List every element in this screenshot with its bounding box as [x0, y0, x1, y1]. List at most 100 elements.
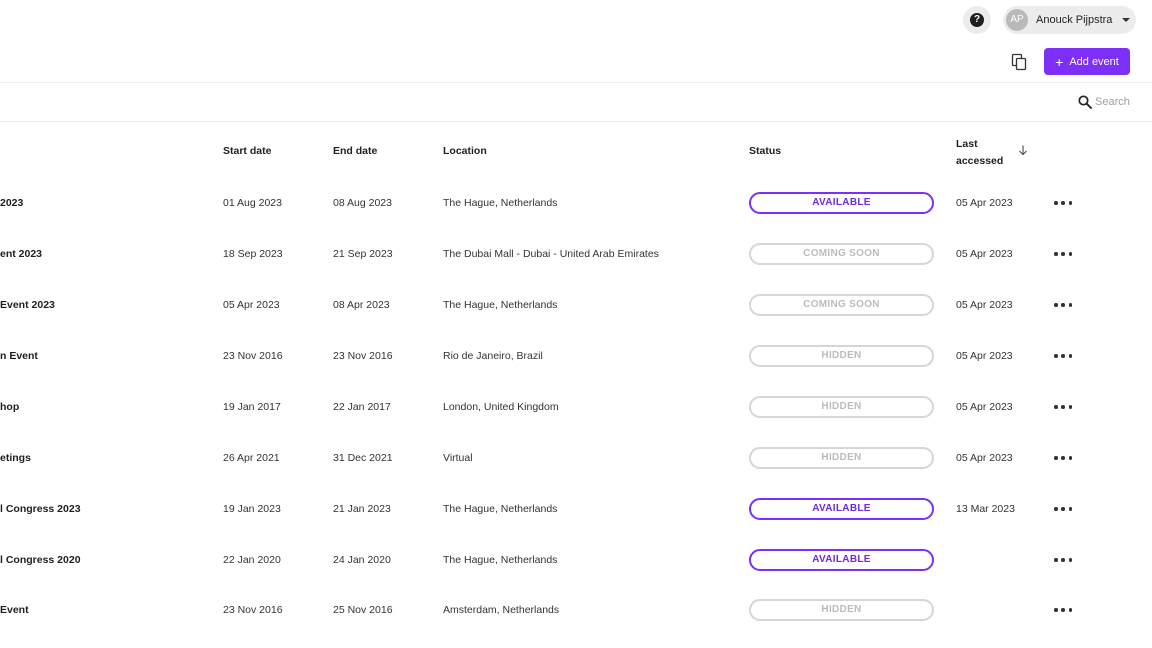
- last-accessed: 05 Apr 2023: [956, 197, 1013, 209]
- table-row[interactable]: ent 2023 18 Sep 2023 21 Sep 2023 The Dubai …: [0, 229, 1152, 280]
- dot: [1054, 201, 1058, 205]
- dot: [1068, 608, 1072, 612]
- start-date: 01 Aug 2023: [223, 197, 282, 209]
- status-badge: HIDDEN: [749, 447, 934, 469]
- column-header-end-date[interactable]: End date: [333, 145, 377, 157]
- dot: [1061, 558, 1065, 562]
- more-options-button[interactable]: [1054, 503, 1072, 515]
- dot: [1061, 405, 1065, 409]
- status-badge: AVAILABLE: [749, 192, 934, 214]
- end-date: 23 Nov 2016: [333, 350, 393, 362]
- end-date: 25 Nov 2016: [333, 604, 393, 616]
- location: Rio de Janeiro, Brazil: [443, 350, 543, 362]
- last-accessed: 05 Apr 2023: [956, 452, 1013, 464]
- location: Virtual: [443, 452, 473, 464]
- location: The Hague, Netherlands: [443, 554, 558, 566]
- search-icon: [1078, 95, 1092, 109]
- end-date: 08 Apr 2023: [333, 299, 390, 311]
- dot: [1061, 303, 1065, 307]
- event-name[interactable]: ent 2023: [0, 229, 42, 280]
- end-date: 31 Dec 2021: [333, 452, 393, 464]
- more-options-button[interactable]: [1054, 401, 1072, 413]
- more-options-button[interactable]: [1054, 248, 1072, 260]
- dot: [1054, 558, 1058, 562]
- column-header-last-accessed[interactable]: Last accessed: [956, 136, 1006, 170]
- more-options-button[interactable]: [1054, 452, 1072, 464]
- dot: [1054, 252, 1058, 256]
- last-accessed: 05 Apr 2023: [956, 299, 1013, 311]
- sort-arrow-down-icon[interactable]: [1017, 144, 1029, 156]
- dot: [1054, 608, 1058, 612]
- event-name[interactable]: l Congress 2020: [0, 535, 81, 586]
- location: The Dubai Mall - Dubai - United Arab Emi…: [443, 248, 659, 260]
- dot: [1054, 405, 1058, 409]
- location: The Hague, Netherlands: [443, 197, 558, 209]
- dot: [1061, 201, 1065, 205]
- dot: [1054, 303, 1058, 307]
- last-accessed: 05 Apr 2023: [956, 248, 1013, 260]
- start-date: 18 Sep 2023: [223, 248, 283, 260]
- dot: [1068, 456, 1072, 460]
- status-badge: AVAILABLE: [749, 549, 934, 571]
- copy-icon[interactable]: [1010, 53, 1028, 71]
- add-event-label: Add event: [1069, 55, 1119, 68]
- event-name[interactable]: hop: [0, 382, 19, 433]
- event-name[interactable]: n Event: [0, 331, 38, 382]
- start-date: 23 Nov 2016: [223, 604, 283, 616]
- more-options-button[interactable]: [1054, 554, 1072, 566]
- dot: [1061, 507, 1065, 511]
- more-options-button[interactable]: [1054, 350, 1072, 362]
- dot: [1054, 507, 1058, 511]
- dot: [1068, 507, 1072, 511]
- last-accessed: 05 Apr 2023: [956, 350, 1013, 362]
- help-icon: ?: [970, 13, 984, 27]
- search-bar: [0, 83, 1152, 122]
- start-date: 05 Apr 2023: [223, 299, 280, 311]
- event-name[interactable]: Event: [0, 585, 29, 636]
- dot: [1068, 558, 1072, 562]
- table-row[interactable]: l Congress 2023 19 Jan 2023 21 Jan 2023 The…: [0, 484, 1152, 535]
- dot: [1068, 303, 1072, 307]
- dot: [1068, 405, 1072, 409]
- add-event-button[interactable]: + Add event: [1044, 48, 1130, 75]
- caret-down-icon: [1122, 18, 1131, 22]
- last-accessed: 13 Mar 2023: [956, 503, 1015, 515]
- column-header-location[interactable]: Location: [443, 145, 487, 157]
- more-options-button[interactable]: [1054, 299, 1072, 311]
- table-row[interactable]: 2023 01 Aug 2023 08 Aug 2023 The Hague, Net…: [0, 178, 1152, 229]
- event-name[interactable]: l Congress 2023: [0, 484, 81, 535]
- help-button[interactable]: ?: [963, 6, 991, 34]
- status-badge: COMING SOON: [749, 243, 934, 265]
- dot: [1061, 456, 1065, 460]
- dot: [1061, 354, 1065, 358]
- end-date: 08 Aug 2023: [333, 197, 392, 209]
- dot: [1061, 252, 1065, 256]
- column-header-start-date[interactable]: Start date: [223, 145, 271, 157]
- end-date: 21 Sep 2023: [333, 248, 393, 260]
- start-date: 23 Nov 2016: [223, 350, 283, 362]
- location: The Hague, Netherlands: [443, 299, 558, 311]
- table-row[interactable]: etings 26 Apr 2021 31 Dec 2021 Virtual HIDDE…: [0, 433, 1152, 484]
- more-options-button[interactable]: [1054, 197, 1072, 209]
- user-menu[interactable]: AP Anouck Pijpstra: [1003, 6, 1136, 34]
- location: Amsterdam, Netherlands: [443, 604, 560, 616]
- location: London, United Kingdom: [443, 401, 559, 413]
- event-name[interactable]: Event 2023: [0, 280, 55, 331]
- start-date: 26 Apr 2021: [223, 452, 280, 464]
- event-name[interactable]: etings: [0, 433, 31, 484]
- start-date: 19 Jan 2017: [223, 401, 281, 413]
- table-row[interactable]: Event 23 Nov 2016 25 Nov 2016 Amsterdam, Ne…: [0, 585, 1152, 636]
- avatar: AP: [1006, 9, 1028, 31]
- more-options-button[interactable]: [1054, 604, 1072, 616]
- table-row[interactable]: l Congress 2020 22 Jan 2020 24 Jan 2020 The…: [0, 535, 1152, 586]
- end-date: 21 Jan 2023: [333, 503, 391, 515]
- plus-icon: +: [1055, 53, 1064, 70]
- table-row[interactable]: n Event 23 Nov 2016 23 Nov 2016 Rio de Jane…: [0, 331, 1152, 382]
- location: The Hague, Netherlands: [443, 503, 558, 515]
- event-name[interactable]: 2023: [0, 178, 23, 229]
- table-row[interactable]: hop 19 Jan 2017 22 Jan 2017 London, United …: [0, 382, 1152, 433]
- table-row[interactable]: Event 2023 05 Apr 2023 08 Apr 2023 The Hagu…: [0, 280, 1152, 331]
- column-header-status[interactable]: Status: [749, 145, 781, 157]
- search-input[interactable]: [1095, 93, 1143, 111]
- status-badge: COMING SOON: [749, 294, 934, 316]
